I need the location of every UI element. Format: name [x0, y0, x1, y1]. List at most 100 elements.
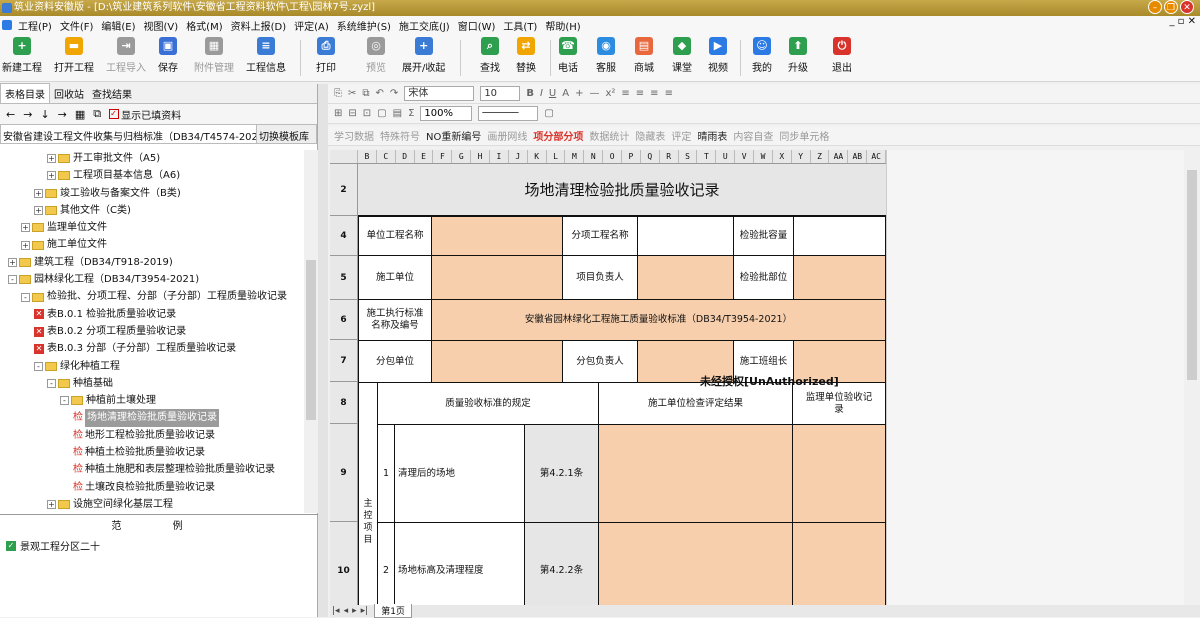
tree-item[interactable]: 检种植土检验批质量验收记录 — [0, 444, 304, 461]
expand-toggle-icon[interactable]: + — [21, 240, 30, 250]
tree-item[interactable]: + 设施空间绿化基层工程 — [0, 496, 304, 513]
tree-item[interactable]: + 施工单位文件 — [0, 236, 304, 253]
tree-item[interactable]: - 绿化种植工程 — [0, 358, 304, 375]
column-header[interactable]: AC — [867, 150, 886, 163]
copy2-icon[interactable]: ⧉ — [362, 88, 369, 99]
column-header[interactable]: P — [622, 150, 641, 163]
tree-scrollbar[interactable] — [304, 150, 318, 513]
weather-table-button[interactable]: 晴雨表 — [697, 128, 727, 143]
grid-icon[interactable]: ▦ — [75, 108, 85, 121]
tree-item[interactable]: ✕ 表B.0.3 分部（子分部）工程质量验收记录 — [0, 340, 304, 357]
border-icon[interactable]: ▢ — [377, 108, 386, 119]
toolbar-button-7[interactable]: ◎ 预览 — [366, 37, 386, 74]
copy-icon[interactable]: ⧉ — [93, 107, 101, 121]
menu-tools[interactable]: 工具(T) — [499, 18, 541, 33]
menu-edit[interactable]: 编辑(E) — [97, 18, 139, 33]
paste-icon[interactable]: ⎘ — [334, 88, 342, 99]
toolbar-button-16[interactable]: ☺ 我的 — [752, 37, 772, 74]
superscript-icon[interactable]: x² — [605, 88, 615, 99]
input-construction-unit[interactable] — [431, 255, 563, 300]
corner-cell[interactable] — [330, 150, 358, 163]
cut-icon[interactable]: ✂ — [348, 88, 356, 99]
sum-icon[interactable]: Σ — [408, 108, 414, 119]
menu-view[interactable]: 视图(V) — [140, 18, 183, 33]
menu-window[interactable]: 窗口(W) — [454, 18, 500, 33]
splitter[interactable] — [318, 84, 328, 617]
column-header[interactable]: Y — [792, 150, 811, 163]
menu-file[interactable]: 文件(F) — [56, 18, 98, 33]
italic-icon[interactable]: I — [540, 88, 543, 99]
prev-sheet-icon[interactable]: ◂ — [342, 606, 351, 616]
toolbar-button-18[interactable]: ⏻ 退出 — [832, 37, 852, 74]
column-header[interactable]: U — [716, 150, 736, 163]
column-header[interactable]: S — [679, 150, 698, 163]
mdi-controls[interactable]: _ ▫ ✕ — [1169, 16, 1196, 27]
input-batch-part[interactable] — [793, 255, 886, 300]
sync-cell-button[interactable]: 同步单元格 — [779, 128, 829, 143]
toolbar-button-3[interactable]: ▣ 保存 — [158, 37, 178, 74]
forward-arrow-icon[interactable]: → — [23, 108, 32, 121]
tree-item[interactable]: + 其他文件（C类) — [0, 202, 304, 219]
column-header[interactable]: Z — [811, 150, 830, 163]
tree-item[interactable]: 检地形工程检验批质量验收记录 — [0, 427, 304, 444]
right-arrow-icon[interactable]: → — [58, 108, 67, 121]
column-header[interactable]: M — [565, 150, 585, 163]
column-header[interactable]: F — [433, 150, 453, 163]
tree-item[interactable]: - 检验批、分项工程、分部（子分部）工程质量验收记录 — [0, 288, 304, 305]
exec-standard-value[interactable]: 安徽省园林绿化工程施工质量验收标准（DB34/T3954-2021） — [431, 299, 886, 341]
expand-toggle-icon[interactable]: + — [34, 206, 43, 216]
standard-selector[interactable]: 安徽省建设工程文件收集与归档标准（DB34/T4574-202 — [1, 125, 256, 143]
column-header[interactable]: L — [547, 150, 566, 163]
align-center-icon[interactable]: ≡ — [636, 88, 644, 99]
toolbar-button-4[interactable]: ▦ 附件管理 — [194, 37, 234, 74]
toolbar-button-5[interactable]: ≡ 工程信息 — [246, 37, 286, 74]
item1-check-result[interactable] — [598, 424, 793, 523]
input-sub-project[interactable] — [637, 216, 734, 256]
toolbar-button-2[interactable]: ⇥ 工程导入 — [106, 37, 146, 74]
tab-recycle-bin[interactable]: 回收站 — [50, 84, 88, 103]
item1-supervisor[interactable] — [792, 424, 886, 523]
close-button[interactable]: ✕ — [1180, 0, 1194, 14]
minimize-button[interactable]: – — [1148, 0, 1162, 14]
column-header[interactable]: B — [358, 150, 377, 163]
statistics-button[interactable]: 数据统计 — [589, 128, 629, 143]
first-sheet-icon[interactable]: |◂ — [330, 606, 342, 616]
menu-evaluate[interactable]: 评定(A) — [290, 18, 333, 33]
bold-icon[interactable]: B — [526, 88, 534, 99]
border-style-icon[interactable]: ▢ — [544, 108, 553, 119]
input-unit-project[interactable] — [431, 216, 563, 256]
menu-project[interactable]: 工程(P) — [14, 18, 56, 33]
toolbar-button-8[interactable]: + 展开/收起 — [402, 37, 445, 74]
toolbar-button-6[interactable]: ⎙ 打印 — [316, 37, 336, 74]
expand-toggle-icon[interactable]: - — [21, 292, 30, 302]
special-symbol-button[interactable]: 特殊符号 — [380, 128, 420, 143]
underline-icon[interactable]: U — [549, 88, 556, 99]
column-header[interactable]: O — [603, 150, 623, 163]
tree-item[interactable]: ✕ 表B.0.2 分项工程质量验收记录 — [0, 323, 304, 340]
column-header[interactable]: D — [396, 150, 415, 163]
restore-button[interactable]: ❐ — [1164, 0, 1178, 14]
column-header[interactable]: T — [697, 150, 717, 163]
toolbar-button-11[interactable]: ☎ 电话 — [558, 37, 578, 74]
insert-row-icon[interactable]: ⊞ — [334, 108, 342, 119]
column-header[interactable]: W — [754, 150, 773, 163]
column-header[interactable]: C — [377, 150, 396, 163]
show-filled-checkbox[interactable]: ✓ 显示已填资料 — [109, 107, 181, 122]
sheet-tab-page1[interactable]: 第1页 — [374, 604, 412, 618]
toolbar-button-10[interactable]: ⇄ 替换 — [516, 37, 536, 74]
tree-item[interactable]: + 监理单位文件 — [0, 219, 304, 236]
column-header[interactable]: G — [452, 150, 472, 163]
column-header[interactable]: V — [735, 150, 755, 163]
tab-search-results[interactable]: 查找结果 — [88, 84, 136, 103]
study-data-button[interactable]: 学习数据 — [334, 128, 374, 143]
input-project-leader[interactable] — [637, 255, 734, 300]
column-header[interactable]: AA — [829, 150, 849, 163]
tree-item[interactable]: + 开工审批文件（A5) — [0, 150, 304, 167]
tree-item[interactable]: - 种植基础 — [0, 375, 304, 392]
toolbar-button-14[interactable]: ◆ 课堂 — [672, 37, 692, 74]
column-header[interactable]: AB — [848, 150, 868, 163]
expand-toggle-icon[interactable]: + — [8, 257, 17, 267]
tab-table-catalog[interactable]: 表格目录 — [0, 83, 50, 103]
minus-icon[interactable]: — — [589, 88, 599, 99]
redo-icon[interactable]: ↷ — [390, 88, 398, 99]
